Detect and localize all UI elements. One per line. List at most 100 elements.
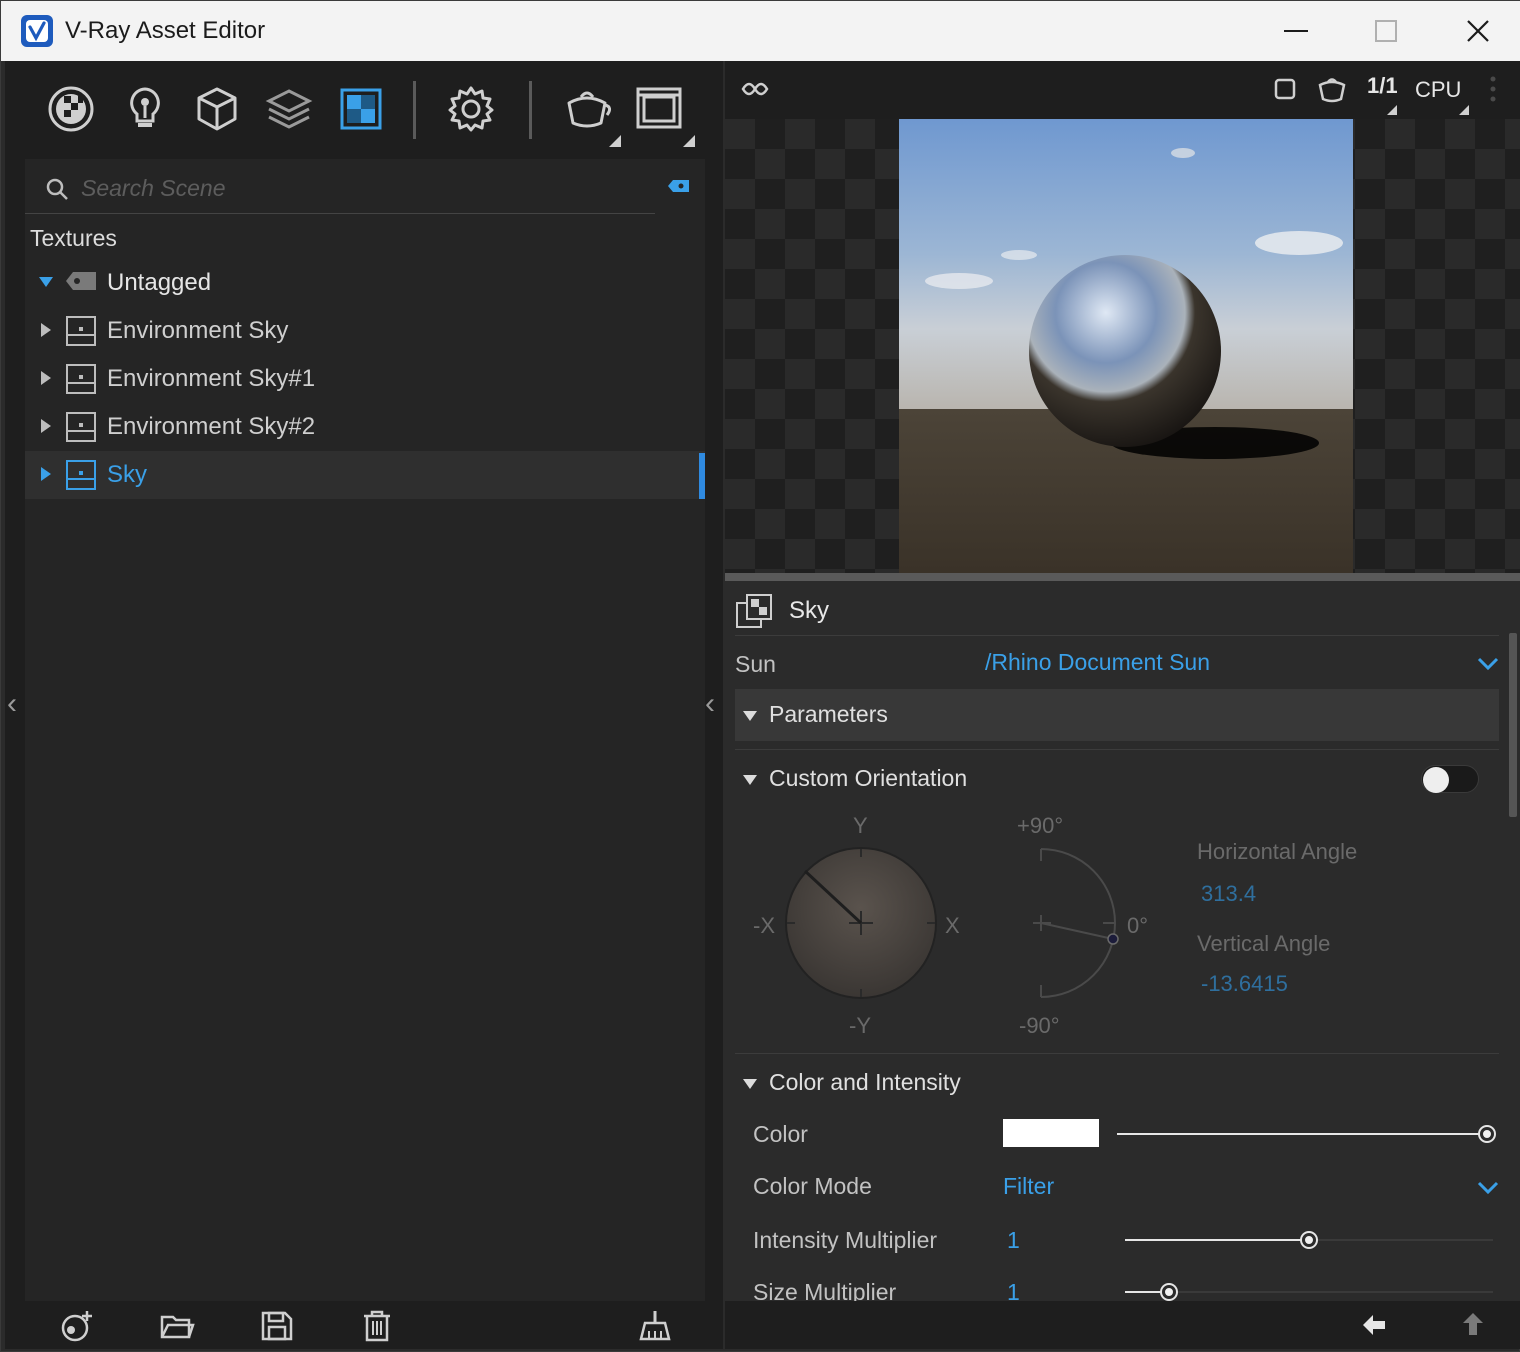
axis-neg-x-label: -X	[753, 913, 775, 938]
size-slider-track[interactable]	[1125, 1291, 1493, 1293]
intensity-row: Intensity Multiplier 1	[735, 1221, 1499, 1269]
custom-orientation-label: Custom Orientation	[769, 765, 968, 791]
intensity-value[interactable]: 1	[1007, 1227, 1020, 1254]
properties-panel: 1/1 CPU ‹ Sky Sun /Rhino Document Sun Pa…	[705, 61, 1520, 1349]
tree-item-environment-sky-2[interactable]: Environment Sky#2	[25, 403, 705, 451]
color-swatch[interactable]	[1003, 1119, 1099, 1147]
frame-buffer-icon[interactable]	[633, 83, 685, 135]
intensity-slider-knob[interactable]	[1302, 1233, 1316, 1247]
tag-filter-icon[interactable]	[667, 179, 691, 193]
tree-item-label: Environment Sky#2	[107, 413, 316, 440]
horizontal-angle-label: Horizontal Angle	[1197, 839, 1358, 864]
search-input[interactable]: Search Scene	[81, 175, 225, 202]
ratio-dropdown-indicator[interactable]	[1387, 105, 1397, 115]
horizontal-angle-dial[interactable]	[783, 845, 939, 1001]
minus-90-label: -90°	[1019, 1013, 1060, 1038]
save-icon[interactable]	[259, 1309, 295, 1343]
divider	[735, 749, 1499, 750]
tree-item-environment-sky[interactable]: Environment Sky	[25, 307, 705, 355]
asset-editor-window: V-Ray Asset Editor ‹ Search Scene Textur…	[0, 0, 1520, 1352]
render-icon[interactable]	[561, 83, 613, 135]
render-dropdown-indicator[interactable]	[609, 135, 621, 147]
tree-item-environment-sky-1[interactable]: Environment Sky#1	[25, 355, 705, 403]
expand-right-icon[interactable]	[41, 467, 51, 481]
color-intensity-header[interactable]: Color and Intensity	[735, 1057, 1499, 1109]
more-options-icon[interactable]	[1489, 75, 1497, 103]
orientation-widget: Y -X X -Y +90° 0° -90° Horizontal Angle …	[725, 809, 1520, 1045]
color-label: Color	[753, 1121, 808, 1147]
delete-icon[interactable]	[359, 1309, 395, 1343]
color-row: Color	[735, 1115, 1499, 1163]
toolbar-separator	[529, 81, 532, 139]
divider	[735, 635, 1499, 636]
engine-dropdown-indicator[interactable]	[1459, 105, 1469, 115]
tree-item-sky[interactable]: Sky	[25, 451, 705, 499]
asset-header: Sky	[735, 589, 1499, 635]
axis-x-label: X	[945, 913, 960, 938]
expand-right-icon[interactable]	[41, 371, 51, 385]
stop-render-icon[interactable]	[1273, 77, 1297, 101]
color-mode-row: Color Mode Filter	[735, 1167, 1499, 1215]
expand-down-icon[interactable]	[39, 277, 53, 287]
window-title: V-Ray Asset Editor	[65, 17, 266, 44]
maximize-button[interactable]	[1341, 1, 1431, 61]
frame-buffer-dropdown-indicator[interactable]	[683, 135, 695, 147]
tag-icon	[66, 272, 96, 290]
preview-ratio[interactable]: 1/1	[1367, 73, 1398, 99]
size-value[interactable]: 1	[1007, 1279, 1020, 1301]
properties-scrollbar[interactable]	[1509, 633, 1517, 817]
tree-item-label: Sky	[107, 461, 148, 488]
selection-indicator	[699, 453, 705, 499]
texture-icon	[66, 364, 96, 394]
preview-render-image	[899, 119, 1353, 573]
expand-right-icon[interactable]	[41, 323, 51, 337]
color-mode-label: Color Mode	[753, 1173, 872, 1199]
intensity-label: Intensity Multiplier	[753, 1227, 938, 1253]
sun-dropdown[interactable]: /Rhino Document Sun	[985, 649, 1210, 676]
color-slider-knob[interactable]	[1480, 1127, 1494, 1141]
size-row: Size Multiplier 1	[735, 1273, 1499, 1301]
parameters-header[interactable]: Parameters	[735, 689, 1499, 741]
collapse-left-icon[interactable]: ‹	[7, 687, 17, 721]
vertical-angle-value[interactable]: -13.6415	[1201, 971, 1288, 997]
color-mode-dropdown[interactable]: Filter	[1003, 1173, 1054, 1200]
chevron-down-icon[interactable]	[1477, 1181, 1499, 1195]
horizontal-angle-value[interactable]: 313.4	[1201, 881, 1256, 907]
panel-splitter[interactable]	[725, 573, 1520, 581]
textures-icon[interactable]	[335, 83, 387, 135]
tree-item-label: Environment Sky#1	[107, 365, 316, 392]
render-preview-icon[interactable]	[1317, 75, 1347, 103]
purge-unused-icon[interactable]	[637, 1309, 673, 1343]
search-bar[interactable]: Search Scene	[25, 159, 705, 215]
category-toolbar	[5, 61, 723, 157]
render-elements-icon[interactable]	[263, 83, 315, 135]
tree-item-label: Environment Sky	[107, 317, 289, 344]
custom-orientation-toggle[interactable]	[1421, 765, 1479, 793]
preview-scene-icon[interactable]	[739, 77, 771, 101]
divider	[735, 1053, 1499, 1054]
materials-icon[interactable]	[45, 83, 97, 135]
collapse-right-icon[interactable]: ‹	[705, 687, 715, 721]
back-arrow-icon[interactable]	[1361, 1313, 1387, 1337]
add-asset-icon[interactable]	[59, 1309, 95, 1343]
vray-logo-icon	[21, 15, 53, 47]
vertical-angle-label: Vertical Angle	[1197, 931, 1331, 956]
settings-icon[interactable]	[445, 83, 497, 135]
lights-icon[interactable]	[119, 83, 171, 135]
render-engine-label[interactable]: CPU	[1415, 77, 1461, 103]
asset-list-panel: ‹ Search Scene Textures Untagged Environ…	[5, 61, 723, 1349]
texture-asset-icon	[736, 594, 772, 628]
chevron-down-icon[interactable]	[1477, 657, 1499, 671]
custom-orientation-header[interactable]: Custom Orientation	[735, 753, 1499, 805]
up-arrow-icon[interactable]	[1461, 1311, 1485, 1337]
geometry-icon[interactable]	[191, 83, 243, 135]
tree-group-untagged[interactable]: Untagged	[25, 259, 705, 307]
plus-90-label: +90°	[1017, 813, 1064, 838]
expand-right-icon[interactable]	[41, 419, 51, 433]
size-slider-knob[interactable]	[1162, 1285, 1176, 1299]
vertical-angle-dial[interactable]	[1025, 843, 1125, 1003]
search-underline	[25, 213, 655, 214]
minimize-button[interactable]	[1251, 1, 1341, 61]
close-button[interactable]	[1433, 1, 1520, 61]
open-folder-icon[interactable]	[159, 1309, 195, 1343]
